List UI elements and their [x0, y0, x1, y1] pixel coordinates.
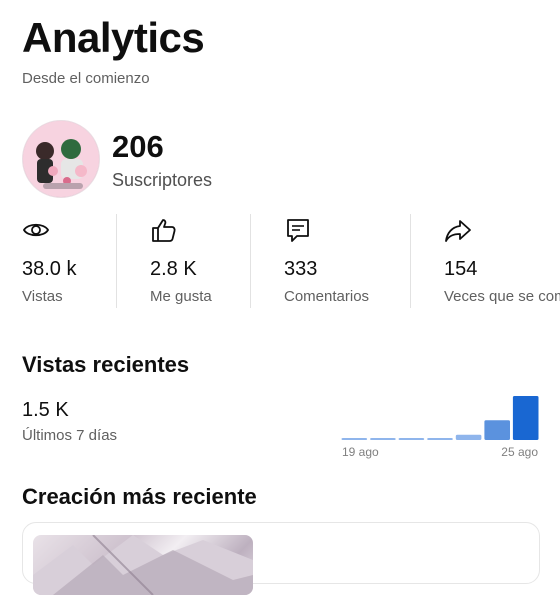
recent-views-chart[interactable]: 19 ago 25 ago [340, 392, 540, 462]
chart-bar-24-ago [484, 420, 510, 440]
recent-views-period: Últimos 7 días [22, 427, 118, 444]
latest-creation-card[interactable] [22, 522, 540, 595]
recent-views-value: 1.5 K [22, 399, 69, 421]
chart-bar-25-ago [512, 396, 539, 440]
chart-bar-20-ago [370, 438, 396, 440]
share-icon [445, 220, 471, 242]
channel-avatar[interactable] [22, 120, 100, 198]
chart-bar-19-ago [341, 438, 368, 440]
chart-bar-22-ago [427, 438, 453, 440]
thumbs-up-icon [152, 219, 176, 242]
stat-value: 38.0 k [22, 258, 77, 280]
x-tick-label: 19 ago [342, 445, 379, 459]
stat-divider [116, 214, 117, 308]
stat-divider [410, 214, 411, 308]
stat-label: Me gusta [150, 288, 212, 305]
stat-label: Veces que se compartió [444, 288, 560, 305]
stat-label: Vistas [22, 288, 63, 305]
stat-label: Comentarios [284, 288, 370, 305]
thumbnail-artwork [33, 535, 253, 595]
channel-summary: 206 Suscriptores [22, 120, 542, 200]
video-thumbnail[interactable] [33, 535, 253, 595]
latest-creation-title: Creación más reciente [22, 484, 257, 509]
x-tick-label: 25 ago [501, 445, 538, 459]
stat-divider [250, 214, 251, 308]
subscriber-count: 206 [112, 129, 164, 164]
stat-value: 333 [284, 258, 318, 280]
stats-row: 38.0 k Vistas 2.8 K Me gusta 333 Comenta… [0, 212, 560, 308]
avatar-artwork [23, 121, 99, 197]
comment-icon [287, 219, 309, 242]
chart-bar-21-ago [398, 438, 425, 440]
page-subtitle: Desde el comienzo [22, 70, 150, 87]
stat-shares[interactable]: 154 Veces que se compartió [444, 212, 560, 308]
page-title: Analytics [22, 14, 205, 61]
recent-views-title: Vistas recientes [22, 352, 190, 377]
eye-icon [22, 223, 50, 237]
stat-value: 2.8 K [150, 258, 197, 280]
chart-bar-23-ago [455, 434, 482, 440]
subscriber-label: Suscriptores [112, 170, 213, 190]
stat-value: 154 [444, 258, 478, 280]
